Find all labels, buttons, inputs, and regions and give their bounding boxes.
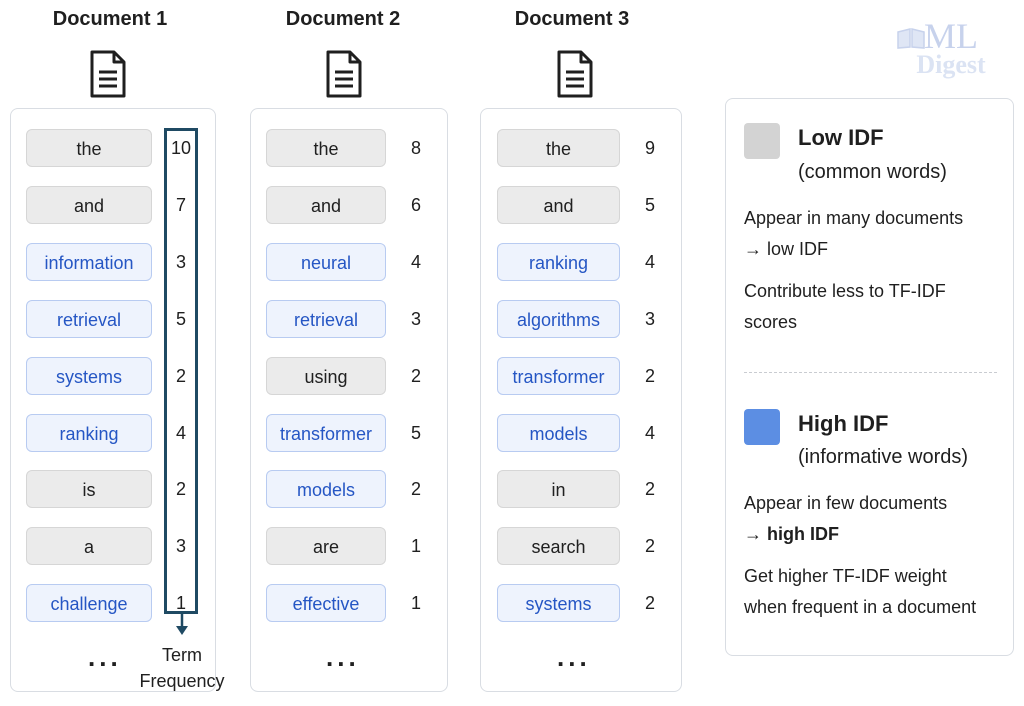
document-2-term-count: 1	[410, 536, 421, 556]
document-3-term-count: 2	[644, 593, 655, 613]
high-idf-line4: when frequent in a document	[744, 597, 977, 617]
high-idf-description: Appear in few documents → high IDF Get h…	[744, 488, 1006, 623]
low-idf-subtitle: (common words)	[798, 161, 947, 183]
idf-legend-panel: Low IDF (common words) Appear in many do…	[725, 98, 1014, 656]
document-3-word: in	[497, 470, 620, 508]
document-3-word: search	[497, 527, 620, 565]
term-frequency-label-line1: Term	[162, 645, 202, 665]
document-1-word: and	[26, 186, 152, 224]
document-3-word: and	[497, 186, 620, 224]
document-3-term-count: 4	[644, 252, 655, 272]
document-2-word: are	[266, 527, 386, 565]
watermark-brand-bottom: Digest	[916, 50, 986, 79]
low-idf-line2: → low IDF	[744, 239, 829, 259]
document-1-term-count: 1	[175, 593, 186, 613]
document-1-icon	[90, 50, 126, 98]
document-2-word: using	[266, 357, 386, 395]
document-3-term-count: 2	[644, 366, 655, 386]
low-idf-title: Low IDF	[798, 125, 884, 150]
document-3-ellipsis: ...	[557, 642, 591, 672]
document-1-term-count: 3	[175, 252, 186, 272]
document-1-term-count: 10	[170, 138, 192, 158]
document-3-word: the	[497, 129, 620, 167]
document-1-term-count: 3	[175, 536, 186, 556]
term-frequency-label: Term Frequency	[128, 642, 236, 694]
document-1-word: is	[26, 470, 152, 508]
document-2-term-count: 2	[410, 479, 421, 499]
document-2-word: the	[266, 129, 386, 167]
low-idf-description: Appear in many documents → low IDF Contr…	[744, 203, 1006, 338]
document-2-term-count: 5	[410, 423, 421, 443]
high-idf-subtitle: (informative words)	[798, 446, 969, 468]
document-1-term-count: 5	[175, 309, 186, 329]
document-2-term-count: 8	[410, 138, 421, 158]
document-3-term-count: 2	[644, 536, 655, 556]
low-idf-line3: Contribute less to TF-IDF	[744, 281, 946, 301]
document-1-word: ranking	[26, 414, 152, 452]
high-idf-line3: Get higher TF-IDF weight	[744, 566, 947, 586]
document-2-title: Document 2	[285, 8, 401, 30]
document-1-word: information	[26, 243, 152, 281]
high-idf-title: High IDF	[798, 411, 889, 436]
document-2-word: effective	[266, 584, 386, 622]
ml-digest-watermark-logo: ML Digest	[896, 18, 1006, 78]
document-2-ellipsis: ...	[326, 642, 360, 672]
document-1-word: a	[26, 527, 152, 565]
document-2-term-count: 2	[410, 366, 421, 386]
document-3-word: models	[497, 414, 620, 452]
document-2-term-count: 6	[410, 195, 421, 215]
document-1-title: Document 1	[52, 8, 168, 30]
document-1-term-count: 7	[175, 195, 186, 215]
document-2-word: retrieval	[266, 300, 386, 338]
document-1-word: systems	[26, 357, 152, 395]
low-idf-line1: Appear in many documents	[744, 208, 964, 228]
document-3-word: systems	[497, 584, 620, 622]
document-1-term-count: 2	[175, 479, 186, 499]
low-idf-swatch	[744, 123, 780, 159]
document-3-term-count: 5	[644, 195, 655, 215]
document-2-word: neural	[266, 243, 386, 281]
document-3-title: Document 3	[514, 8, 630, 30]
high-idf-line1: Appear in few documents	[744, 493, 948, 513]
document-1-term-count: 4	[175, 423, 186, 443]
document-2-word: models	[266, 470, 386, 508]
document-3-icon	[557, 50, 593, 98]
document-2-icon	[326, 50, 362, 98]
document-1-word: challenge	[26, 584, 152, 622]
high-idf-swatch	[744, 409, 780, 445]
document-2-term-count: 3	[410, 309, 421, 329]
document-1-word: the	[26, 129, 152, 167]
document-3-term-count: 4	[644, 423, 655, 443]
document-3-word: ranking	[497, 243, 620, 281]
document-3-word: transformer	[497, 357, 620, 395]
document-2-word: and	[266, 186, 386, 224]
document-1-word: retrieval	[26, 300, 152, 338]
document-3-term-count: 3	[644, 309, 655, 329]
low-idf-line4: scores	[744, 312, 798, 332]
document-2-term-count: 4	[410, 252, 421, 272]
legend-divider	[744, 372, 997, 373]
document-2-term-count: 1	[410, 593, 421, 613]
document-3-term-count: 2	[644, 479, 655, 499]
document-2-word: transformer	[266, 414, 386, 452]
book-icon	[897, 28, 925, 49]
high-idf-line2: → high IDF	[744, 524, 839, 544]
document-1-ellipsis: ...	[88, 642, 122, 672]
document-1-term-count: 2	[175, 366, 186, 386]
term-frequency-label-line2: Frequency	[139, 671, 225, 691]
document-3-term-count: 9	[644, 138, 655, 158]
document-3-word: algorithms	[497, 300, 620, 338]
